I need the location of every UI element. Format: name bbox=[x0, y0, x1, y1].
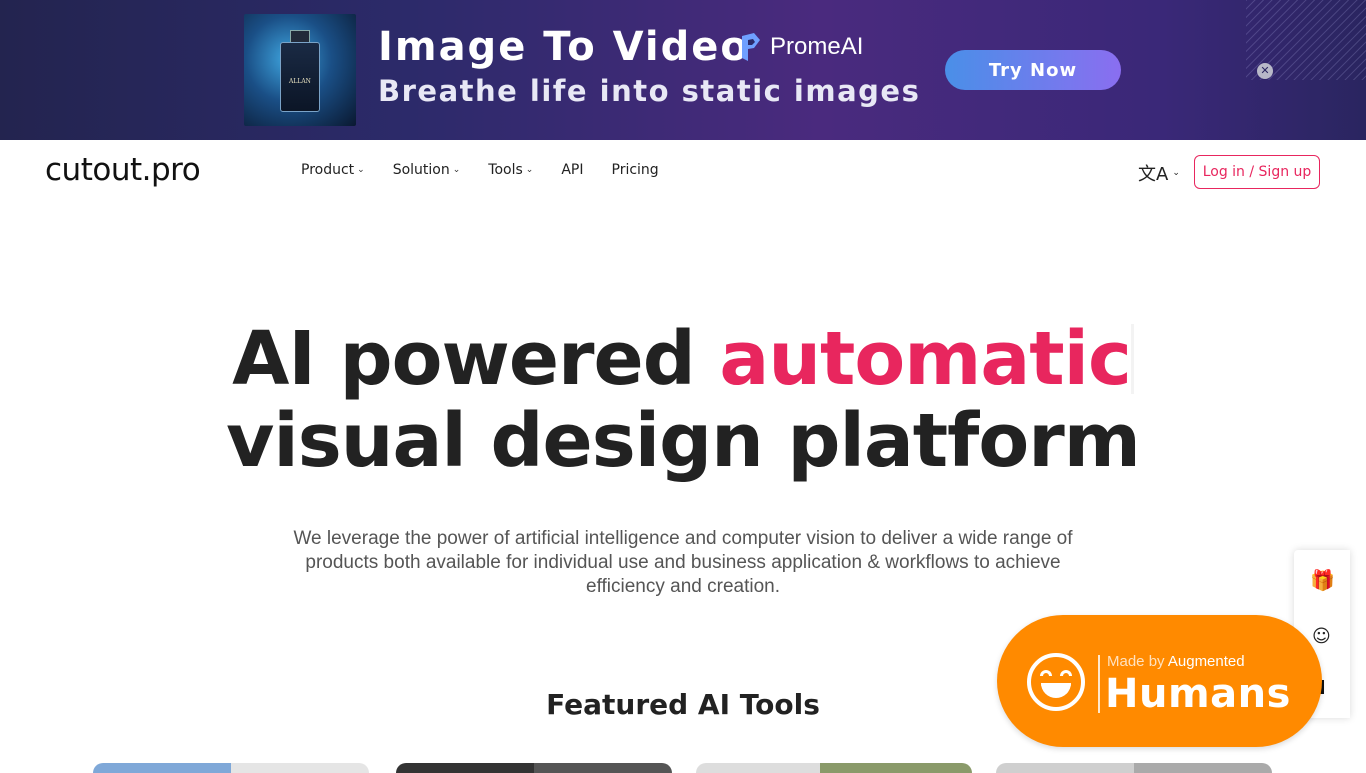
promeai-logo-icon bbox=[740, 32, 762, 62]
badge-divider bbox=[1098, 655, 1100, 713]
chevron-down-icon: ⌄ bbox=[452, 165, 461, 175]
chevron-down-icon: ⌄ bbox=[357, 165, 365, 175]
ad-brand-name: PromeAI bbox=[770, 33, 864, 60]
tool-card[interactable] bbox=[696, 763, 972, 773]
nav-solution-label: Solution bbox=[392, 162, 450, 178]
nav-pricing-label: Pricing bbox=[611, 162, 659, 178]
ad-product-image: ALLAN bbox=[244, 14, 356, 126]
gift-icon[interactable]: 🎁 bbox=[1310, 568, 1335, 592]
main-nav: Product ⌄ Solution ⌄ Tools ⌄ API Pricing bbox=[301, 162, 687, 178]
ad-title: Image To Video bbox=[378, 24, 750, 70]
hero-title-line2: visual design platform bbox=[226, 398, 1141, 484]
ad-subtitle: Breathe life into static images bbox=[378, 74, 921, 108]
translate-icon: 文A bbox=[1138, 164, 1169, 185]
smiley-mouth bbox=[1041, 683, 1071, 698]
nav-api[interactable]: API bbox=[561, 162, 583, 178]
ad-try-now-button[interactable]: Try Now bbox=[945, 50, 1121, 90]
login-signup-button[interactable]: Log in / Sign up bbox=[1194, 155, 1320, 189]
bottle-label: ALLAN bbox=[289, 78, 311, 85]
badge-made-by-strong: Augmented bbox=[1167, 653, 1245, 670]
hero-title-accent: automatic bbox=[719, 316, 1131, 402]
badge-made-by: Made by Augmented bbox=[1107, 653, 1245, 670]
smiley-eye-right bbox=[1060, 670, 1072, 676]
hero-description: We leverage the power of artificial inte… bbox=[293, 528, 1073, 597]
smiley-face-icon bbox=[1027, 653, 1085, 711]
hero-title-prefix: AI powered bbox=[232, 316, 720, 402]
nav-product-label: Product bbox=[301, 162, 355, 178]
tool-card[interactable] bbox=[996, 763, 1272, 773]
site-logo[interactable]: cutout.pro bbox=[45, 152, 201, 188]
language-selector[interactable]: 文A ⌄ bbox=[1138, 160, 1180, 186]
tool-card[interactable] bbox=[396, 763, 672, 773]
site-header: cutout.pro Product ⌄ Solution ⌄ Tools ⌄ … bbox=[0, 140, 1366, 204]
nav-product[interactable]: Product ⌄ bbox=[301, 162, 365, 178]
nav-tools[interactable]: Tools ⌄ bbox=[488, 162, 533, 178]
augmented-humans-badge[interactable]: Made by Augmented Humans bbox=[997, 615, 1322, 747]
ad-banner[interactable]: ALLAN Image To Video PromeAI Breathe lif… bbox=[0, 0, 1366, 140]
nav-api-label: API bbox=[561, 162, 584, 178]
smiley-eye-left bbox=[1040, 670, 1052, 676]
chevron-down-icon: ⌄ bbox=[1172, 168, 1180, 178]
badge-made-by-prefix: Made by bbox=[1107, 653, 1168, 670]
nav-pricing[interactable]: Pricing bbox=[612, 162, 659, 178]
chevron-down-icon: ⌄ bbox=[525, 165, 534, 175]
tool-card[interactable] bbox=[93, 763, 369, 773]
ad-close-icon[interactable]: ✕ bbox=[1257, 63, 1273, 79]
badge-humans: Humans bbox=[1105, 671, 1291, 717]
typing-cursor bbox=[1130, 324, 1134, 394]
nav-tools-label: Tools bbox=[488, 162, 523, 178]
hero-title: AI powered automatic visual design platf… bbox=[0, 318, 1366, 482]
support-agent-icon[interactable]: ☺ bbox=[1312, 626, 1331, 647]
ad-brand: PromeAI bbox=[740, 32, 863, 62]
nav-solution[interactable]: Solution ⌄ bbox=[393, 162, 461, 178]
